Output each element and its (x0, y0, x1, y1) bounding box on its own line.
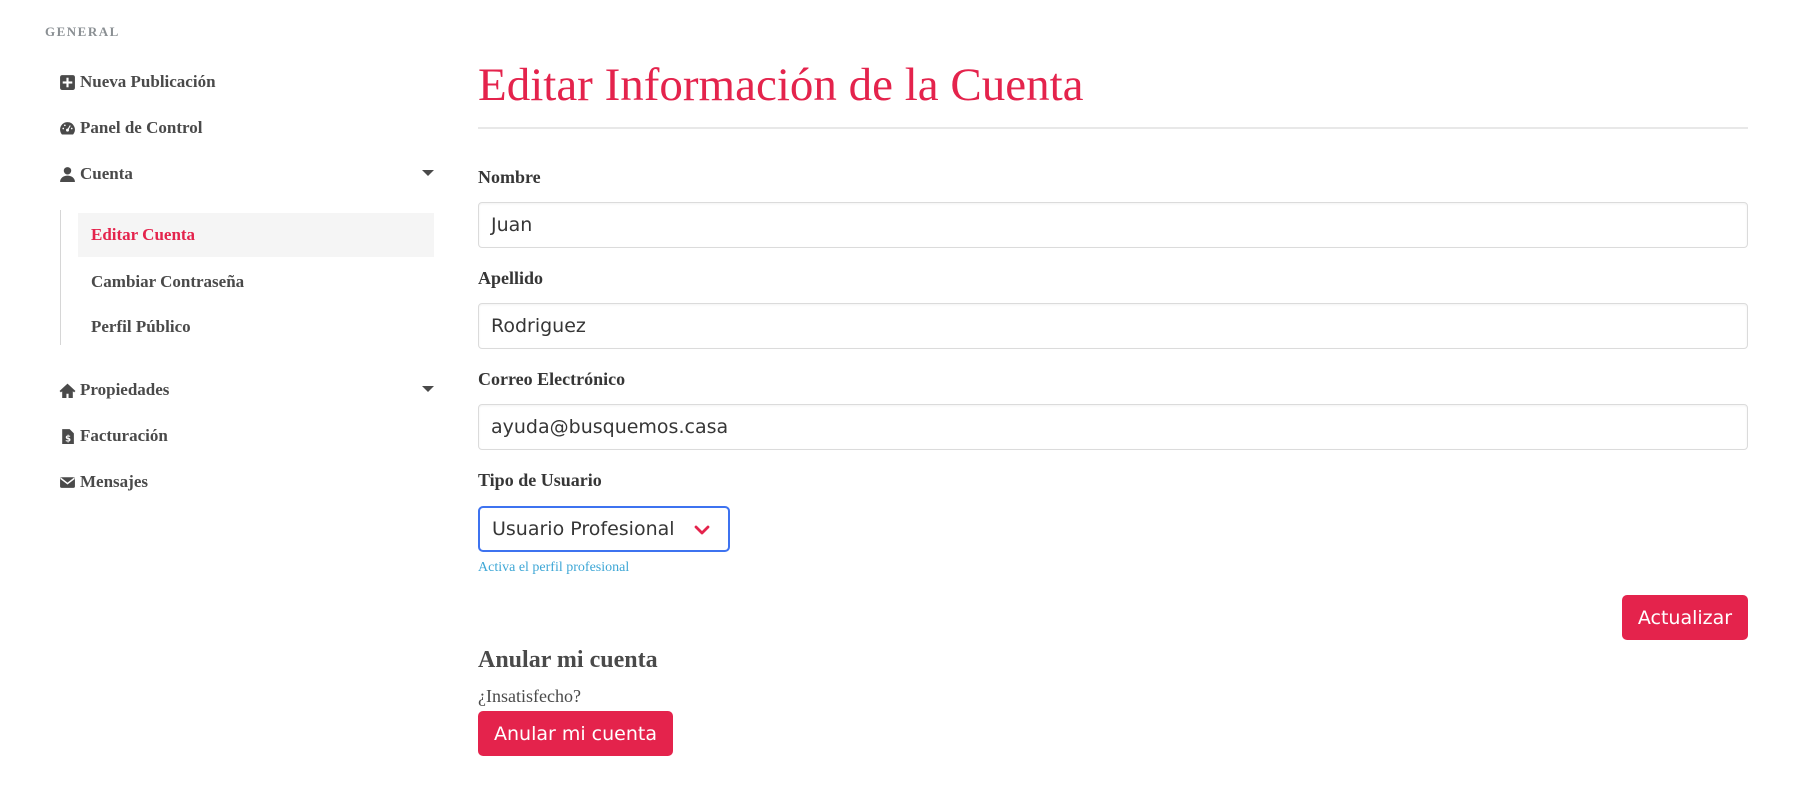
sidebar-item-cuenta[interactable]: Cuenta (58, 159, 438, 189)
sidebar-item-nueva-publicacion[interactable]: Nueva Publicación (58, 67, 438, 97)
page-title: Editar Información de la Cuenta (478, 59, 1084, 111)
sidebar-item-mensajes[interactable]: Mensajes (58, 467, 438, 497)
email-label: Correo Electrónico (478, 369, 626, 389)
first-name-label: Nombre (478, 167, 541, 187)
sidebar-item-label: Facturación (80, 426, 168, 445)
sidebar-heading: GENERAL (45, 24, 120, 39)
last-name-field[interactable]: Rodriguez (478, 303, 1748, 349)
caret-down-icon[interactable] (422, 170, 434, 176)
account-submenu: Editar Cuenta Cambiar Contraseña Perfil … (60, 210, 435, 345)
svg-text:$: $ (65, 434, 71, 444)
chevron-down-icon (694, 521, 710, 537)
caret-down-icon[interactable] (422, 386, 434, 392)
update-button[interactable]: Actualizar (1622, 595, 1748, 640)
first-name-field[interactable]: Juan (478, 202, 1748, 248)
user-type-selected: Usuario Profesional (492, 518, 675, 540)
cancel-account-subtitle: ¿Insatisfecho? (478, 686, 581, 706)
email-field[interactable]: ayuda@busquemos.casa (478, 404, 1748, 450)
user-type-label: Tipo de Usuario (478, 470, 602, 490)
user-icon (58, 165, 76, 183)
plus-square-icon (58, 73, 76, 91)
user-type-select[interactable]: Usuario Profesional (478, 506, 730, 552)
sidebar-item-label: Propiedades (80, 380, 170, 399)
sidebar-item-label: Panel de Control (80, 118, 203, 137)
invoice-icon: $ (58, 427, 76, 445)
dashboard-gauge-icon (58, 119, 76, 137)
home-icon (58, 381, 76, 399)
submenu-item-perfil-publico[interactable]: Perfil Público (78, 305, 434, 349)
sidebar-item-panel-de-control[interactable]: Panel de Control (58, 113, 438, 143)
sidebar-item-label: Nueva Publicación (80, 72, 216, 91)
cancel-account-button[interactable]: Anular mi cuenta (478, 711, 673, 756)
submenu-item-editar-cuenta[interactable]: Editar Cuenta (78, 213, 434, 257)
sidebar: GENERAL Nueva Publicación Panel de Contr… (0, 0, 440, 793)
envelope-icon (58, 473, 76, 491)
user-type-help-text: Activa el perfil profesional (478, 560, 630, 575)
sidebar-item-label: Cuenta (80, 164, 133, 183)
sidebar-item-propiedades[interactable]: Propiedades (58, 375, 438, 405)
last-name-label: Apellido (478, 268, 544, 288)
sidebar-item-label: Mensajes (80, 472, 148, 491)
main-content: Editar Información de la Cuenta Nombre J… (478, 0, 1748, 793)
title-divider (478, 127, 1748, 129)
sidebar-item-facturacion[interactable]: $ Facturación (58, 421, 438, 451)
submenu-item-cambiar-contrasena[interactable]: Cambiar Contraseña (78, 260, 434, 304)
cancel-account-title: Anular mi cuenta (478, 647, 658, 673)
